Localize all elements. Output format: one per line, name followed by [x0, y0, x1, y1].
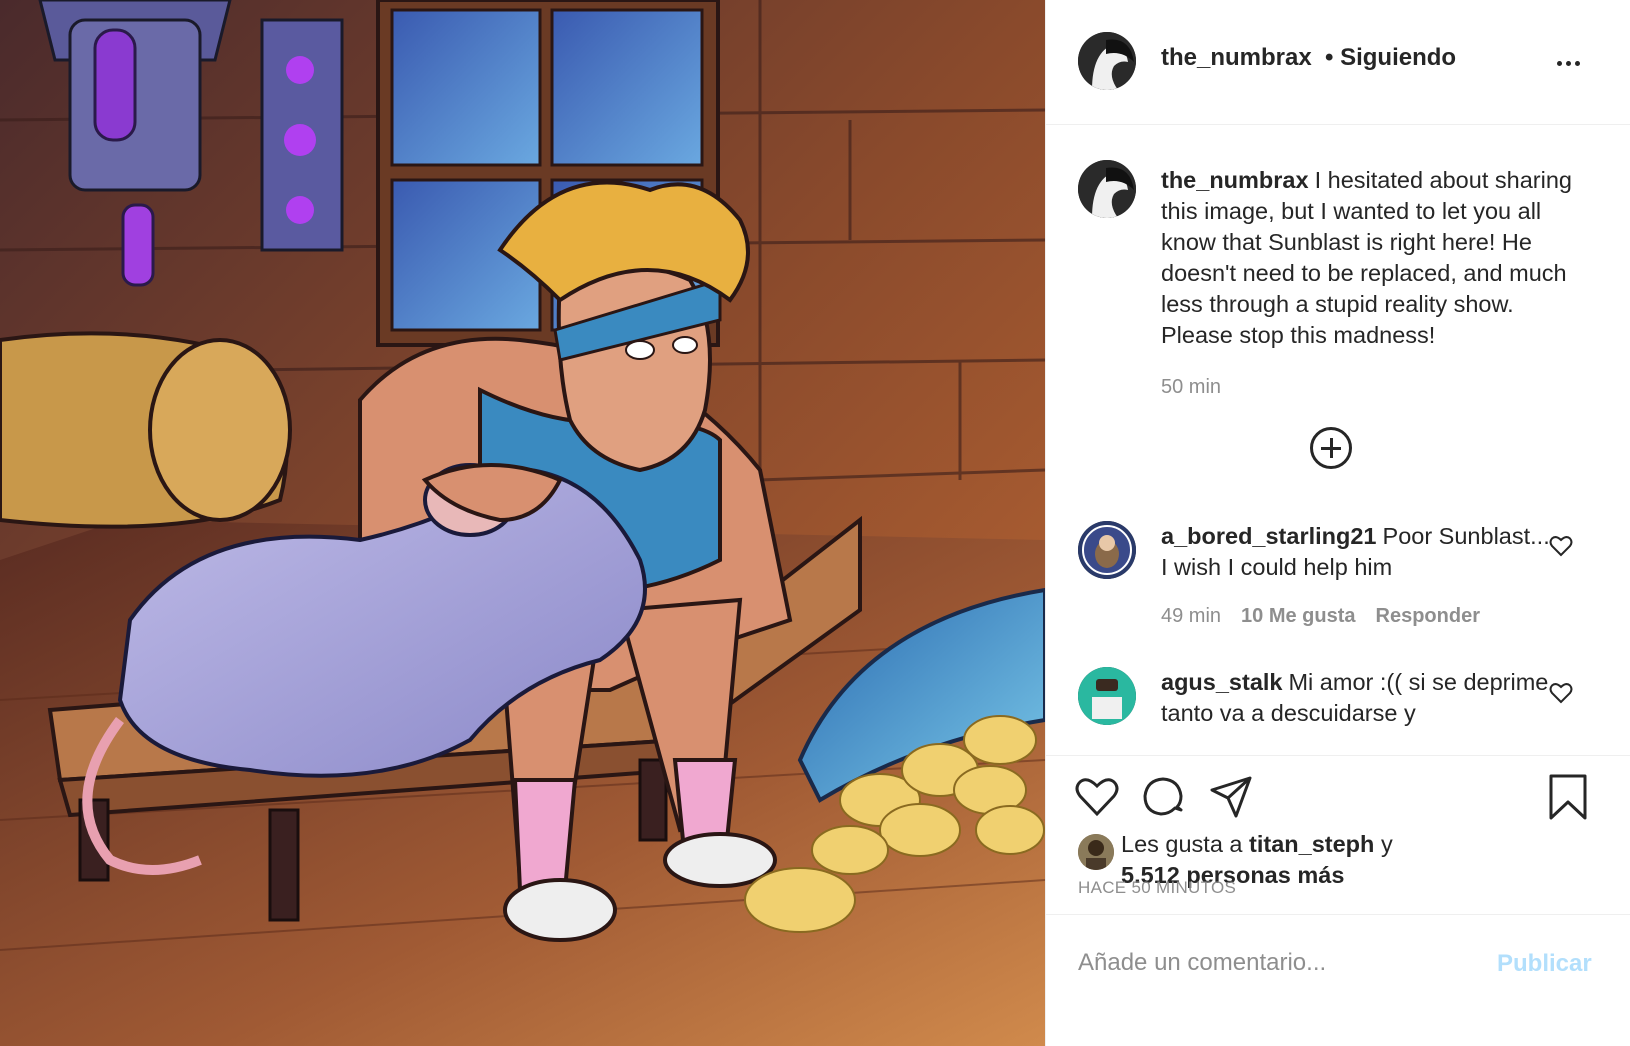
caption-text: I hesitated about sharing this image, bu… [1161, 167, 1572, 348]
liker-avatar[interactable] [1078, 834, 1114, 870]
avatar-illustration [1078, 667, 1136, 725]
likes-connector: y [1380, 831, 1393, 857]
plus-circle-icon[interactable] [1310, 427, 1352, 469]
heart-icon[interactable] [1074, 774, 1120, 820]
instagram-post: the_numbrax • Siguiendo the_numbrax I he… [0, 0, 1630, 1046]
post-caption: the_numbrax I hesitated about sharing thi… [1161, 165, 1591, 351]
header-username[interactable]: the_numbrax [1161, 44, 1312, 72]
avatar-illustration [1078, 160, 1136, 218]
comment-body: agus_stalk Mi amor :(( si se deprime tant… [1161, 667, 1551, 729]
comment-likes[interactable]: 10 Me gusta [1241, 605, 1355, 628]
comments-section: the_numbrax I hesitated about sharing thi… [1046, 125, 1630, 755]
liker-username[interactable]: titan_steph [1249, 831, 1374, 857]
follow-status[interactable]: • Siguiendo [1325, 44, 1456, 72]
author-avatar[interactable] [1078, 32, 1136, 90]
heart-icon[interactable] [1549, 682, 1573, 704]
comment-input[interactable] [1078, 935, 1478, 991]
commenter-avatar[interactable] [1078, 521, 1136, 579]
comment-time[interactable]: 49 min [1161, 605, 1221, 628]
post-header: the_numbrax • Siguiendo [1046, 0, 1630, 125]
dot [1574, 60, 1580, 66]
comment-username[interactable]: agus_stalk [1161, 669, 1282, 695]
header-separator: • [1325, 44, 1334, 71]
commenter-avatar[interactable] [1078, 667, 1136, 725]
post-image[interactable] [0, 0, 1045, 1046]
heart-icon[interactable] [1549, 535, 1573, 557]
avatar-illustration [1078, 521, 1136, 579]
caption-avatar[interactable] [1078, 160, 1136, 218]
following-label[interactable]: Siguiendo [1340, 44, 1456, 71]
avatar-illustration [1078, 834, 1114, 870]
illustration [0, 0, 1045, 1046]
comment-meta: 49 min 10 Me gusta Responder [1161, 605, 1480, 628]
post-timestamp[interactable]: HACE 50 MINUTOS [1078, 878, 1236, 898]
reply-button[interactable]: Responder [1376, 605, 1480, 628]
comment-body: a_bored_starling21 Poor Sunblast... I wis… [1161, 521, 1551, 583]
avatar-illustration [1078, 32, 1136, 90]
actions-section: Les gusta a titan_steph y 5.512 personas… [1046, 755, 1630, 1045]
bookmark-icon[interactable] [1545, 774, 1591, 820]
dot [1556, 60, 1562, 66]
publish-button[interactable]: Publicar [1497, 950, 1592, 978]
more-dots-icon[interactable] [1548, 50, 1588, 76]
comment-username[interactable]: a_bored_starling21 [1161, 523, 1377, 549]
caption-username[interactable]: the_numbrax [1161, 167, 1309, 193]
dot [1565, 60, 1571, 66]
comment-icon[interactable] [1141, 774, 1187, 820]
post-details-panel: the_numbrax • Siguiendo the_numbrax I he… [1045, 0, 1630, 1046]
comment-form: Publicar [1046, 914, 1630, 1046]
share-icon[interactable] [1208, 774, 1254, 820]
likes-prefix: Les gusta a [1121, 831, 1243, 857]
caption-time[interactable]: 50 min [1161, 376, 1221, 399]
